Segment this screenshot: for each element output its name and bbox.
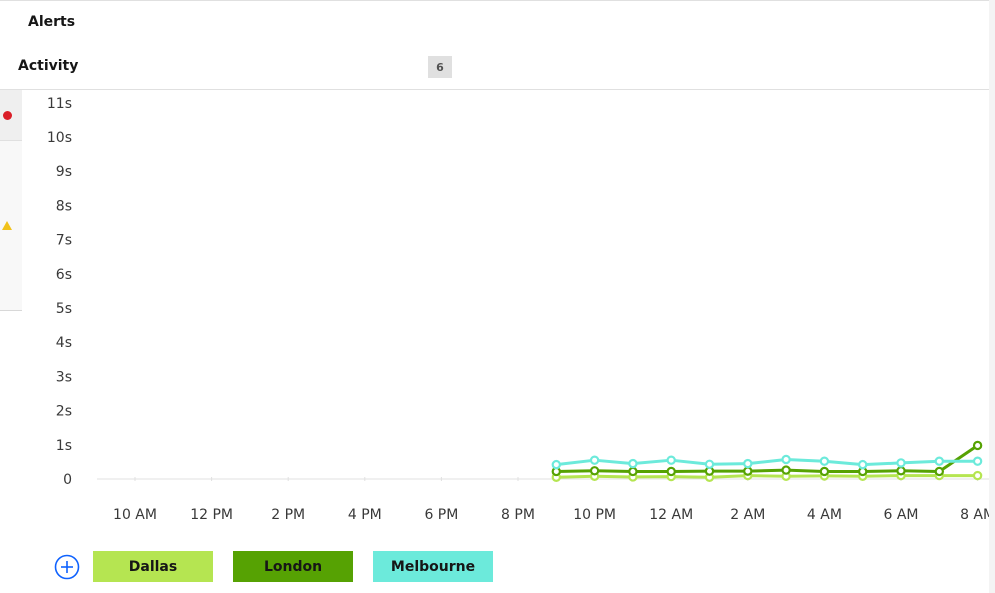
data-point-london [934,466,945,477]
data-point-london [628,466,638,477]
legend-melbourne-button[interactable]: Melbourne [373,551,493,582]
y-tick-label: 11s [47,96,72,112]
alerts-row[interactable]: Alerts [0,0,989,46]
y-tick-label: 9s [56,164,72,180]
data-point-london [781,465,791,475]
x-tick-label: 2 AM [730,507,765,523]
x-tick-label: 4 AM [807,507,842,523]
right-edge [989,0,995,593]
data-point-melbourne [896,458,906,468]
data-point-melbourne [551,459,562,470]
series-line-dallas [556,474,978,479]
y-tick-label: 0 [63,472,72,488]
y-tick-label: 1s [56,438,72,454]
add-circle-icon[interactable] [54,554,80,580]
data-point-melbourne [819,456,830,466]
x-tick-label: 4 PM [348,507,382,523]
data-point-london [819,466,830,477]
activity-count-badge: 6 [428,56,452,78]
data-point-melbourne [858,459,868,470]
data-point-melbourne [934,456,945,466]
legend-london-label: London [263,558,323,575]
y-tick-label: 4s [56,335,72,351]
legend-dallas-button[interactable]: Dallas [93,551,213,582]
legend-melbourne-label: Melbourne [390,558,476,575]
data-point-melbourne [589,455,600,465]
y-tick-label: 2s [56,404,72,420]
data-point-melbourne [666,455,676,465]
data-point-london [743,466,753,476]
response-time-chart: 11s 10s 9s 8s 7s 6s 5s 4s 3s 2s 1s 0 10 AM 12 PM 2 PM 4… [47,96,989,523]
x-tick-label: 12 AM [649,507,693,523]
data-point-london [666,466,676,477]
series-line-london [556,444,979,473]
activity-title: Activity [18,58,79,74]
y-tick-label: 6s [56,267,72,283]
series-line-melbourne [556,458,978,467]
data-point-london [896,466,906,476]
x-tick-label: 10 PM [573,507,616,523]
legend-london-button[interactable]: London [233,551,353,582]
x-tick-label: 10 AM [113,507,157,523]
data-point-dallas [972,470,983,481]
activity-row[interactable]: Activity 6 [0,45,989,90]
x-tick-label: 12 PM [190,507,233,523]
y-tick-label: 3s [56,369,72,385]
y-tick-label: 5s [56,301,72,317]
x-tick-label: 6 PM [424,507,458,523]
y-tick-label: 7s [56,233,72,249]
y-tick-label: 10s [47,130,72,146]
legend-dallas-label: Dallas [128,558,178,575]
x-tick-label: 8 AM [960,507,989,523]
x-tick-label: 6 AM [883,507,918,523]
y-tick-label: 8s [56,198,72,214]
alerts-title: Alerts [28,14,76,30]
x-tick-label: 2 PM [271,507,305,523]
data-point-melbourne [781,454,791,465]
data-point-melbourne [704,459,715,469]
data-point-london [589,466,600,476]
data-point-melbourne [743,458,753,469]
data-point-melbourne [628,458,638,469]
x-tick-label: 8 PM [501,507,535,523]
data-point-melbourne [972,456,983,466]
data-point-london [972,440,983,451]
